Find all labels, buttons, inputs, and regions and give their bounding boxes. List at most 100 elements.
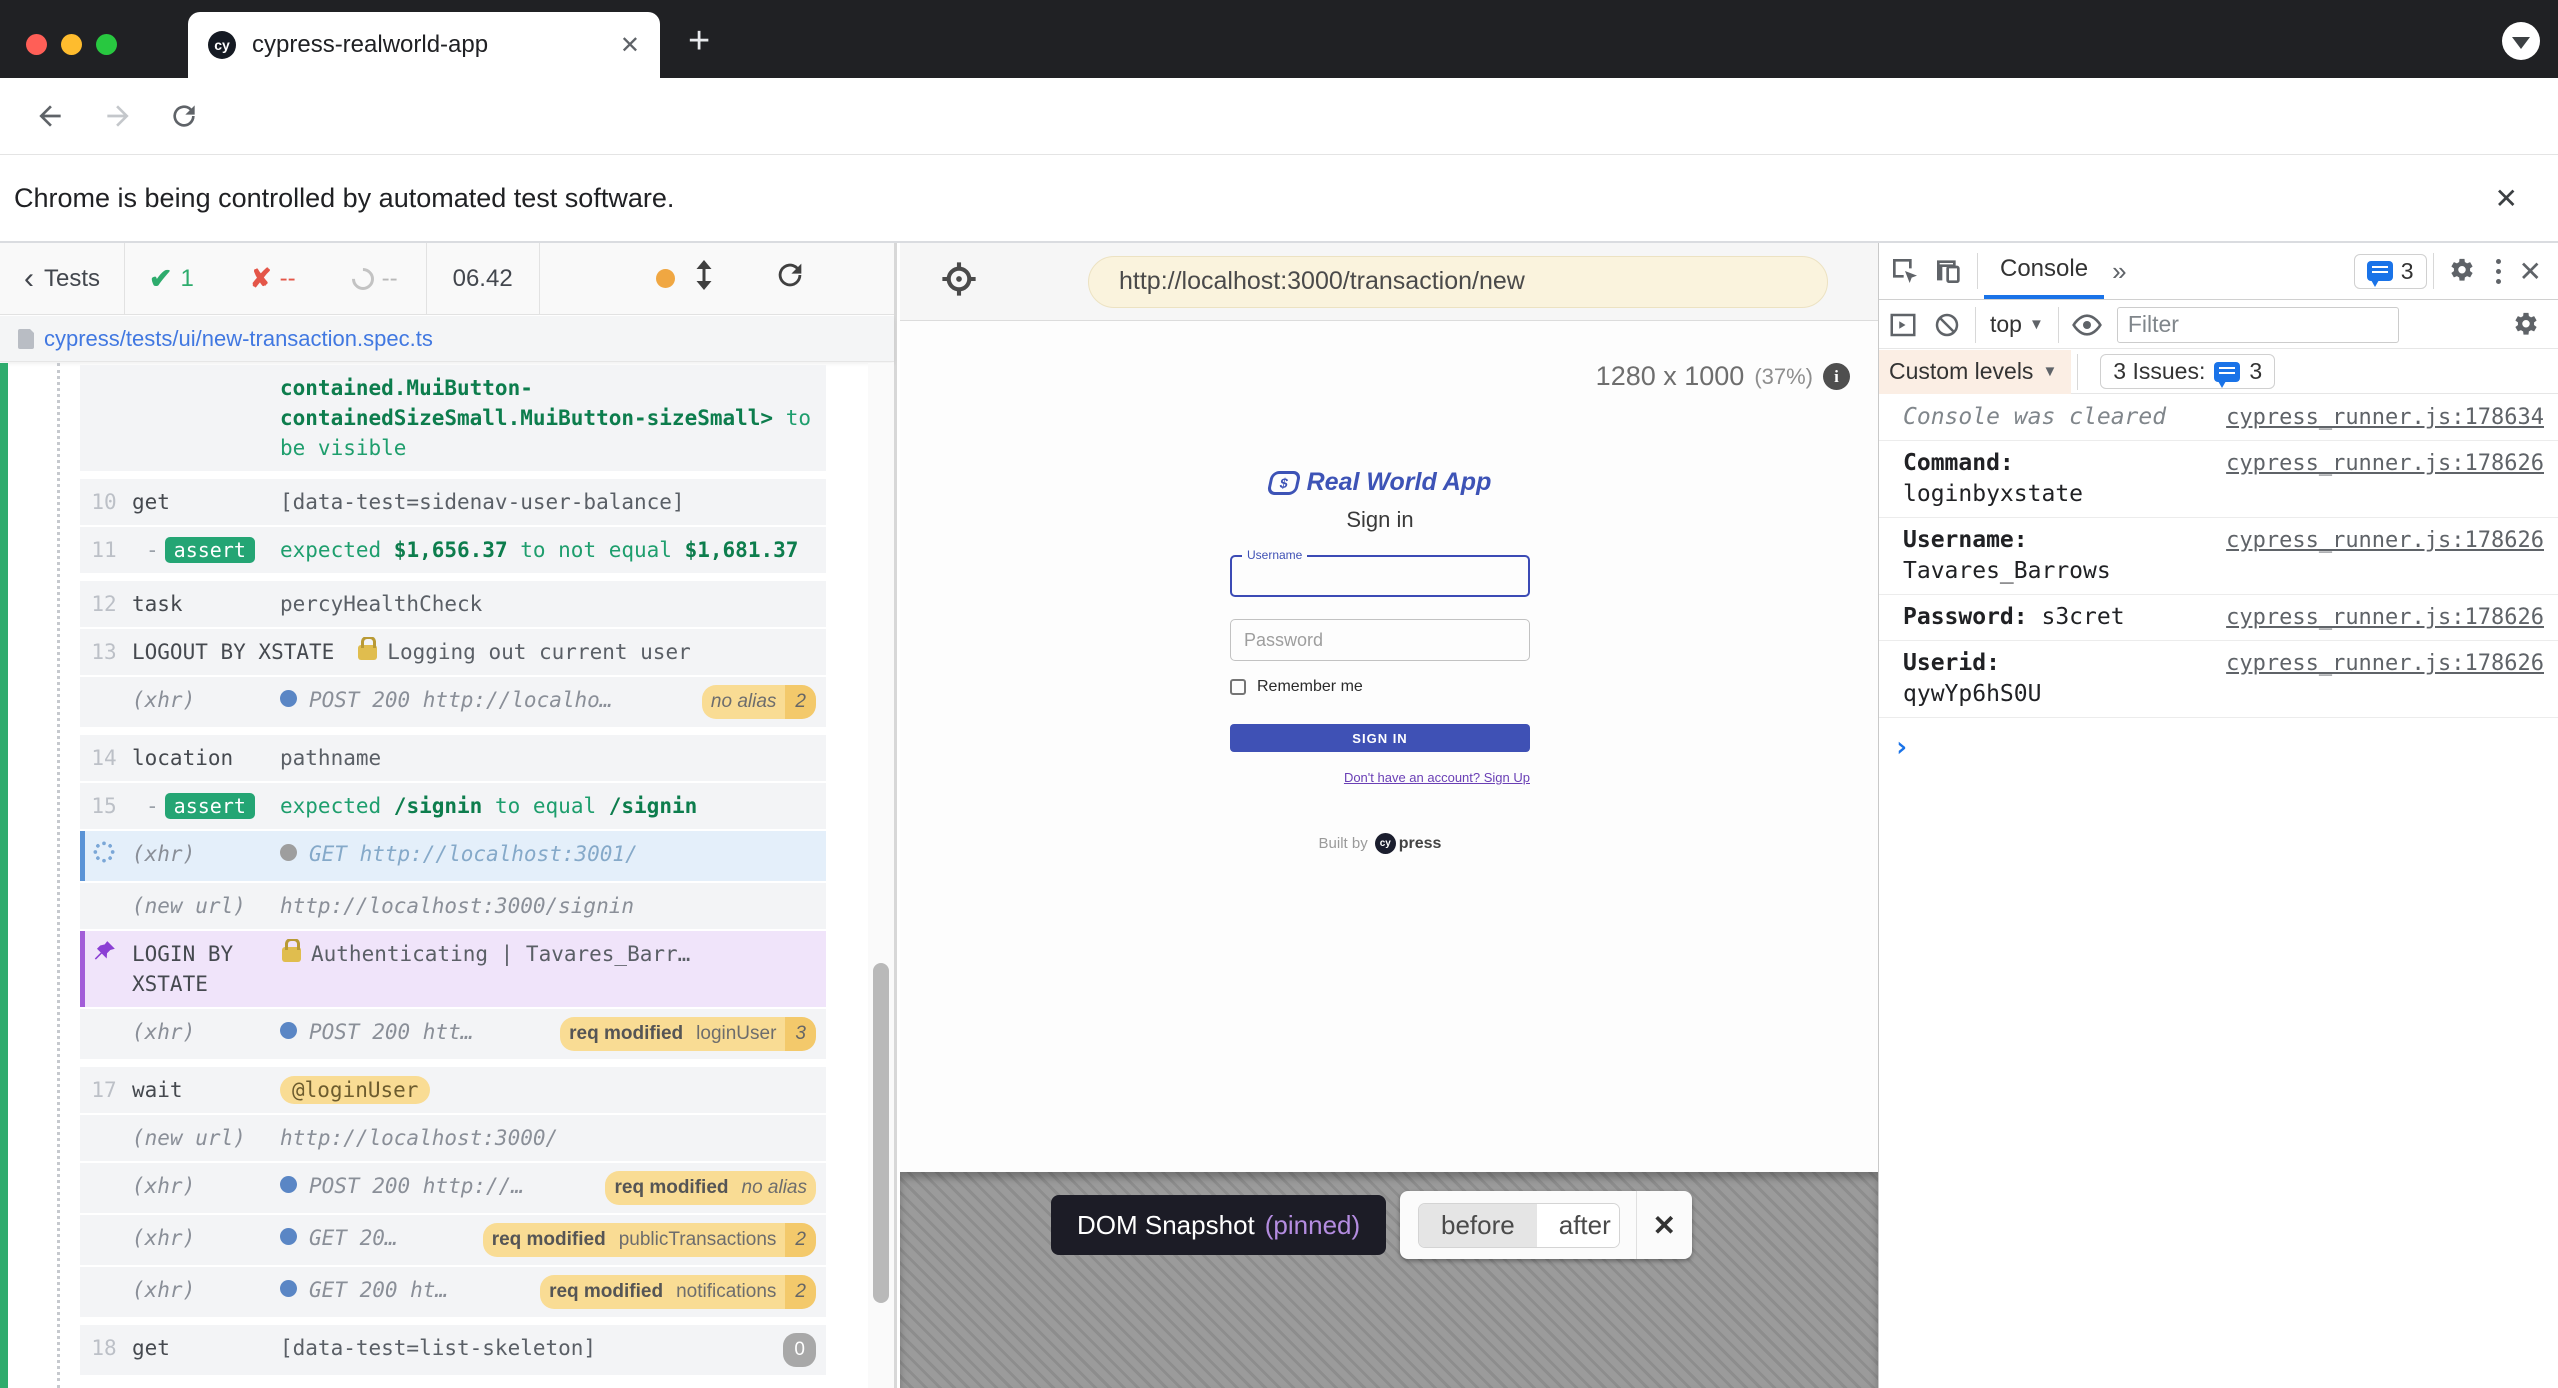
- spec-file-link[interactable]: cypress/tests/ui/new-transaction.spec.ts: [44, 326, 433, 352]
- issues-counter[interactable]: 3 Issues: 3: [2100, 354, 2276, 389]
- auto-scroll-indicator-icon[interactable]: [655, 269, 675, 288]
- command-row[interactable]: (xhr) POST 200 htt… req modified loginUser 3: [80, 1009, 826, 1059]
- xhr-status-dot: [280, 1022, 297, 1039]
- devtools-settings-icon[interactable]: [2440, 249, 2484, 293]
- console-sidebar-icon[interactable]: [1881, 303, 1925, 347]
- more-tabs-chevron[interactable]: »: [2104, 256, 2134, 287]
- snapshot-toggle-group: before after ✕: [1400, 1191, 1692, 1259]
- back-to-tests-button[interactable]: ‹ Tests: [0, 262, 124, 296]
- rerun-tests-icon[interactable]: [773, 258, 807, 299]
- aut-panel: http://localhost:3000/transaction/new 12…: [900, 243, 1878, 1388]
- snapshot-after-button[interactable]: after: [1536, 1203, 1619, 1247]
- signin-button[interactable]: SIGN IN: [1230, 724, 1530, 752]
- command-row[interactable]: 18 get [data-test=list-skeleton] 0: [80, 1325, 826, 1375]
- zoom-window-button[interactable]: [96, 34, 117, 55]
- console-filterbar: Custom levels ▼ 3 Issues: 3: [1879, 349, 2558, 394]
- aut-url-pill[interactable]: http://localhost:3000/transaction/new: [1088, 255, 1828, 308]
- tab-title: cypress-realworld-app: [252, 31, 489, 58]
- command-row[interactable]: (xhr) GET 20… req modified publicTransactio…: [80, 1215, 826, 1265]
- snapshot-close-icon[interactable]: ✕: [1637, 1209, 1692, 1242]
- inspect-element-icon[interactable]: [1883, 249, 1927, 293]
- assert-badge: assert: [164, 537, 255, 563]
- password-field[interactable]: Password: [1230, 619, 1530, 661]
- command-row[interactable]: 10 get [data-test=sidenav-user-balance]: [80, 479, 826, 525]
- viewport-scale: (37%): [1754, 363, 1813, 389]
- command-row[interactable]: 12 task percyHealthCheck: [80, 581, 826, 627]
- console-message: Username: Tavares_Barrows cypress_runner.j…: [1879, 518, 2558, 595]
- download-indicator-icon[interactable]: [2502, 22, 2540, 60]
- username-label: Username: [1242, 548, 1308, 562]
- command-row[interactable]: (new url) http://localhost:3000/signin: [80, 883, 826, 929]
- command-row[interactable]: LOGIN BY XSTATE Authenticating | Tavares_…: [80, 931, 826, 1007]
- tab-console[interactable]: Console: [1984, 243, 2105, 299]
- banner-close-icon[interactable]: ✕: [2495, 182, 2518, 215]
- console-prompt[interactable]: ›: [1879, 718, 2558, 763]
- runner-toolbar: ‹ Tests ✔ 1 ✘ -- -- 06.42: [0, 242, 894, 315]
- command-row[interactable]: contained.MuiButton-containedSizeSmall.M…: [80, 365, 826, 471]
- command-row[interactable]: 17 wait @loginUser: [80, 1067, 826, 1113]
- snapshot-before-button[interactable]: before: [1419, 1203, 1537, 1247]
- scroll-arrows-icon[interactable]: [691, 260, 717, 297]
- automation-banner: Chrome is being controlled by automated …: [0, 155, 2558, 243]
- command-row[interactable]: 11- assert expected $1,656.37 to not equal…: [80, 527, 826, 573]
- devtools-menu-icon[interactable]: [2492, 255, 2505, 288]
- console-toolbar: top ▼ Filter: [1879, 301, 2558, 349]
- remember-label: Remember me: [1257, 678, 1363, 695]
- command-row[interactable]: (xhr) GET http://localhost:3001/: [80, 831, 826, 881]
- source-location-link[interactable]: cypress_runner.js:178626: [2226, 525, 2544, 556]
- minimize-window-button[interactable]: [61, 34, 82, 55]
- command-row[interactable]: (xhr) GET 200 ht… req modified notification…: [80, 1267, 826, 1317]
- command-row[interactable]: (xhr) POST 200 http://localho… no alias 2: [80, 677, 826, 727]
- hierarchy-dotted-line: [57, 363, 60, 1388]
- tab-close-icon[interactable]: ✕: [620, 31, 640, 60]
- username-field[interactable]: Username: [1230, 548, 1530, 597]
- source-location-link[interactable]: cypress_runner.js:178634: [2226, 402, 2544, 433]
- close-window-button[interactable]: [26, 34, 47, 55]
- new-tab-button[interactable]: +: [688, 22, 710, 60]
- source-location-link[interactable]: cypress_runner.js:178626: [2226, 448, 2544, 479]
- forward-icon[interactable]: [98, 96, 138, 136]
- command-row[interactable]: 14 location pathname: [80, 735, 826, 781]
- devtools-close-icon[interactable]: ✕: [2519, 255, 2542, 288]
- aut-header: http://localhost:3000/transaction/new: [900, 243, 1878, 321]
- command-row[interactable]: (xhr) POST 200 http://… req modified no ali…: [80, 1163, 826, 1213]
- screenshot-root: cy cypress-realworld-app ✕ + i localhost…: [0, 0, 2558, 1388]
- pending-stat: --: [347, 262, 398, 295]
- message-bubble-icon: [2366, 261, 2393, 287]
- loading-spinner-icon: [80, 839, 128, 873]
- window-controls[interactable]: [26, 34, 117, 55]
- selector-playground-icon[interactable]: [940, 260, 978, 303]
- reload-icon[interactable]: [164, 96, 204, 136]
- console-filter-input[interactable]: Filter: [2116, 306, 2399, 343]
- back-icon[interactable]: [30, 96, 70, 136]
- command-row[interactable]: (new url) http://localhost:3000/: [80, 1115, 826, 1161]
- context-selector[interactable]: top ▼: [1982, 311, 2052, 338]
- live-expression-eye-icon[interactable]: [2065, 303, 2109, 347]
- console-settings-icon[interactable]: [2504, 303, 2548, 347]
- console-message: Console was cleared cypress_runner.js:178…: [1879, 395, 2558, 441]
- source-location-link[interactable]: cypress_runner.js:178626: [2226, 648, 2544, 679]
- reporter-scrollbar-thumb[interactable]: [873, 963, 889, 1303]
- command-row[interactable]: 15- assert expected /signin to equal /sign…: [80, 783, 826, 829]
- reporter-scrollbar[interactable]: [868, 363, 894, 1388]
- signup-link[interactable]: Don't have an account? Sign Up: [1230, 770, 1530, 785]
- command-row[interactable]: 13 LOGOUT BY XSTATE Logging out current us…: [80, 629, 826, 675]
- source-location-link[interactable]: cypress_runner.js:178626: [2226, 602, 2544, 633]
- clear-console-icon[interactable]: [1925, 303, 1969, 347]
- console-messages-badge[interactable]: 3: [2353, 253, 2427, 289]
- browser-tab[interactable]: cy cypress-realworld-app ✕: [188, 12, 660, 78]
- cypress-favicon-icon: cy: [208, 31, 236, 59]
- console-message: Command: loginbyxstate cypress_runner.js:1…: [1879, 441, 2558, 518]
- log-levels-dropdown[interactable]: Custom levels ▼: [1879, 349, 2072, 394]
- viewport-info-icon[interactable]: i: [1823, 363, 1850, 390]
- chrome-toolbar: i localhost:3000/__/#/tests/integration/…: [0, 78, 2558, 221]
- remember-checkbox[interactable]: [1230, 679, 1246, 695]
- failed-x-icon: ✘: [249, 263, 272, 293]
- command-log: contained.MuiButton-containedSizeSmall.M…: [0, 363, 894, 1388]
- passed-stat: ✔ 1: [149, 263, 194, 294]
- pin-icon: [80, 939, 128, 973]
- remember-me-row[interactable]: Remember me: [1230, 678, 1530, 696]
- device-toolbar-icon[interactable]: [1927, 249, 1971, 293]
- banner-text: Chrome is being controlled by automated …: [14, 182, 675, 213]
- dom-snapshot-pill: DOM Snapshot (pinned): [1051, 1195, 1387, 1255]
